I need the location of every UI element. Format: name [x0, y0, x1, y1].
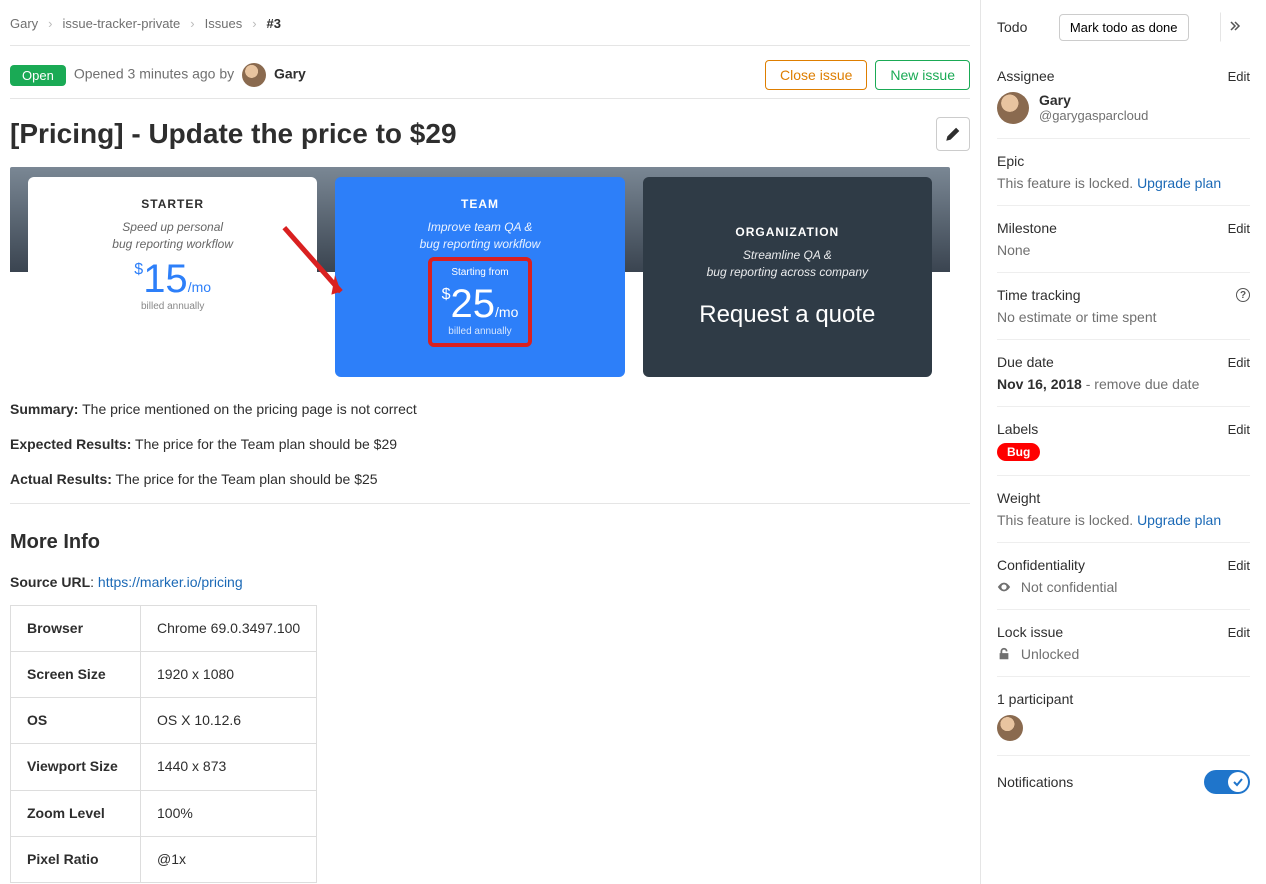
time-tracking-value: No estimate or time spent [997, 309, 1250, 325]
table-row: Screen Size1920 x 1080 [11, 651, 317, 697]
mark-todo-done-button[interactable]: Mark todo as done [1059, 14, 1189, 41]
edit-labels-link[interactable]: Edit [1228, 422, 1250, 437]
pricing-card-starter: STARTER Speed up personalbug reporting w… [28, 177, 317, 377]
labels-label: Labels [997, 421, 1038, 437]
new-issue-button[interactable]: New issue [875, 60, 970, 90]
opened-meta: Opened 3 minutes ago by Gary [74, 63, 306, 87]
weight-locked-text: This feature is locked. [997, 512, 1137, 528]
edit-lock-link[interactable]: Edit [1228, 625, 1250, 640]
remove-due-date-link[interactable]: - remove due date [1082, 376, 1200, 392]
participants-label: 1 participant [997, 691, 1250, 707]
check-icon [1233, 777, 1243, 787]
summary-label: Summary: [10, 401, 78, 417]
assignee-avatar[interactable] [997, 92, 1029, 124]
todo-label: Todo [997, 19, 1027, 35]
info-table: BrowserChrome 69.0.3497.100 Screen Size1… [10, 605, 317, 883]
status-badge: Open [10, 65, 66, 86]
pricing-card-org: ORGANIZATION Streamline QA &bug reportin… [643, 177, 932, 377]
edit-due-date-link[interactable]: Edit [1228, 355, 1250, 370]
milestone-value: None [997, 242, 1250, 258]
time-tracking-label: Time tracking [997, 287, 1081, 303]
chevron-right-icon: › [42, 16, 58, 31]
confidentiality-label: Confidentiality [997, 557, 1085, 573]
lock-issue-label: Lock issue [997, 624, 1063, 640]
assignee-handle: @garygasparcloud [1039, 108, 1148, 123]
upgrade-plan-link[interactable]: Upgrade plan [1137, 175, 1221, 191]
participant-avatar[interactable] [997, 715, 1023, 741]
expected-text: The price for the Team plan should be $2… [131, 436, 397, 452]
chevrons-right-icon [1229, 20, 1241, 32]
edit-assignee-link[interactable]: Edit [1228, 69, 1250, 84]
table-row: Pixel Ratio@1x [11, 836, 317, 882]
source-url-link[interactable]: https://marker.io/pricing [98, 574, 243, 590]
breadcrumb-id: #3 [267, 16, 281, 31]
edit-confidentiality-link[interactable]: Edit [1228, 558, 1250, 573]
assignee-name[interactable]: Gary [1039, 92, 1148, 108]
breadcrumb-repo[interactable]: issue-tracker-private [63, 16, 181, 31]
notifications-label: Notifications [997, 774, 1073, 790]
confidentiality-value: Not confidential [1021, 579, 1118, 595]
source-url-label: Source URL [10, 574, 90, 590]
milestone-label: Milestone [997, 220, 1057, 236]
notifications-toggle[interactable] [1204, 770, 1250, 794]
actual-label: Actual Results: [10, 471, 112, 487]
highlighted-box: Starting from $25/mo billed annually [428, 257, 533, 347]
epic-locked-text: This feature is locked. [997, 175, 1137, 191]
collapse-sidebar-button[interactable] [1220, 12, 1250, 42]
due-date-label: Due date [997, 354, 1054, 370]
weight-label: Weight [997, 490, 1040, 506]
avatar[interactable] [242, 63, 266, 87]
chevron-right-icon: › [246, 16, 262, 31]
unlock-icon [997, 647, 1011, 661]
due-date-value: Nov 16, 2018 [997, 376, 1082, 392]
issue-title: [Pricing] - Update the price to $29 [10, 118, 457, 150]
pricing-card-team: TEAM Improve team QA &bug reporting work… [335, 177, 624, 377]
more-info-heading: More Info [10, 524, 970, 560]
table-row: Viewport Size1440 x 873 [11, 744, 317, 790]
pencil-icon [946, 127, 960, 141]
label-pill-bug[interactable]: Bug [997, 443, 1040, 461]
assignee-label: Assignee [997, 68, 1055, 84]
edit-milestone-link[interactable]: Edit [1228, 221, 1250, 236]
close-issue-button[interactable]: Close issue [765, 60, 867, 90]
upgrade-plan-link[interactable]: Upgrade plan [1137, 512, 1221, 528]
chevron-right-icon: › [184, 16, 200, 31]
table-row: OSOS X 10.12.6 [11, 698, 317, 744]
edit-title-button[interactable] [936, 117, 970, 151]
eye-icon [997, 580, 1011, 594]
breadcrumb-user[interactable]: Gary [10, 16, 38, 31]
epic-label: Epic [997, 153, 1024, 169]
summary-text: The price mentioned on the pricing page … [78, 401, 416, 417]
author-name[interactable]: Gary [274, 66, 306, 82]
lock-value: Unlocked [1021, 646, 1079, 662]
breadcrumb-section[interactable]: Issues [205, 16, 243, 31]
expected-label: Expected Results: [10, 436, 131, 452]
table-row: Zoom Level100% [11, 790, 317, 836]
help-icon[interactable]: ? [1236, 288, 1250, 302]
attached-screenshot[interactable]: STARTER Speed up personalbug reporting w… [10, 167, 950, 377]
breadcrumb: Gary › issue-tracker-private › Issues › … [10, 10, 970, 37]
table-row: BrowserChrome 69.0.3497.100 [11, 605, 317, 651]
actual-text: The price for the Team plan should be $2… [112, 471, 378, 487]
